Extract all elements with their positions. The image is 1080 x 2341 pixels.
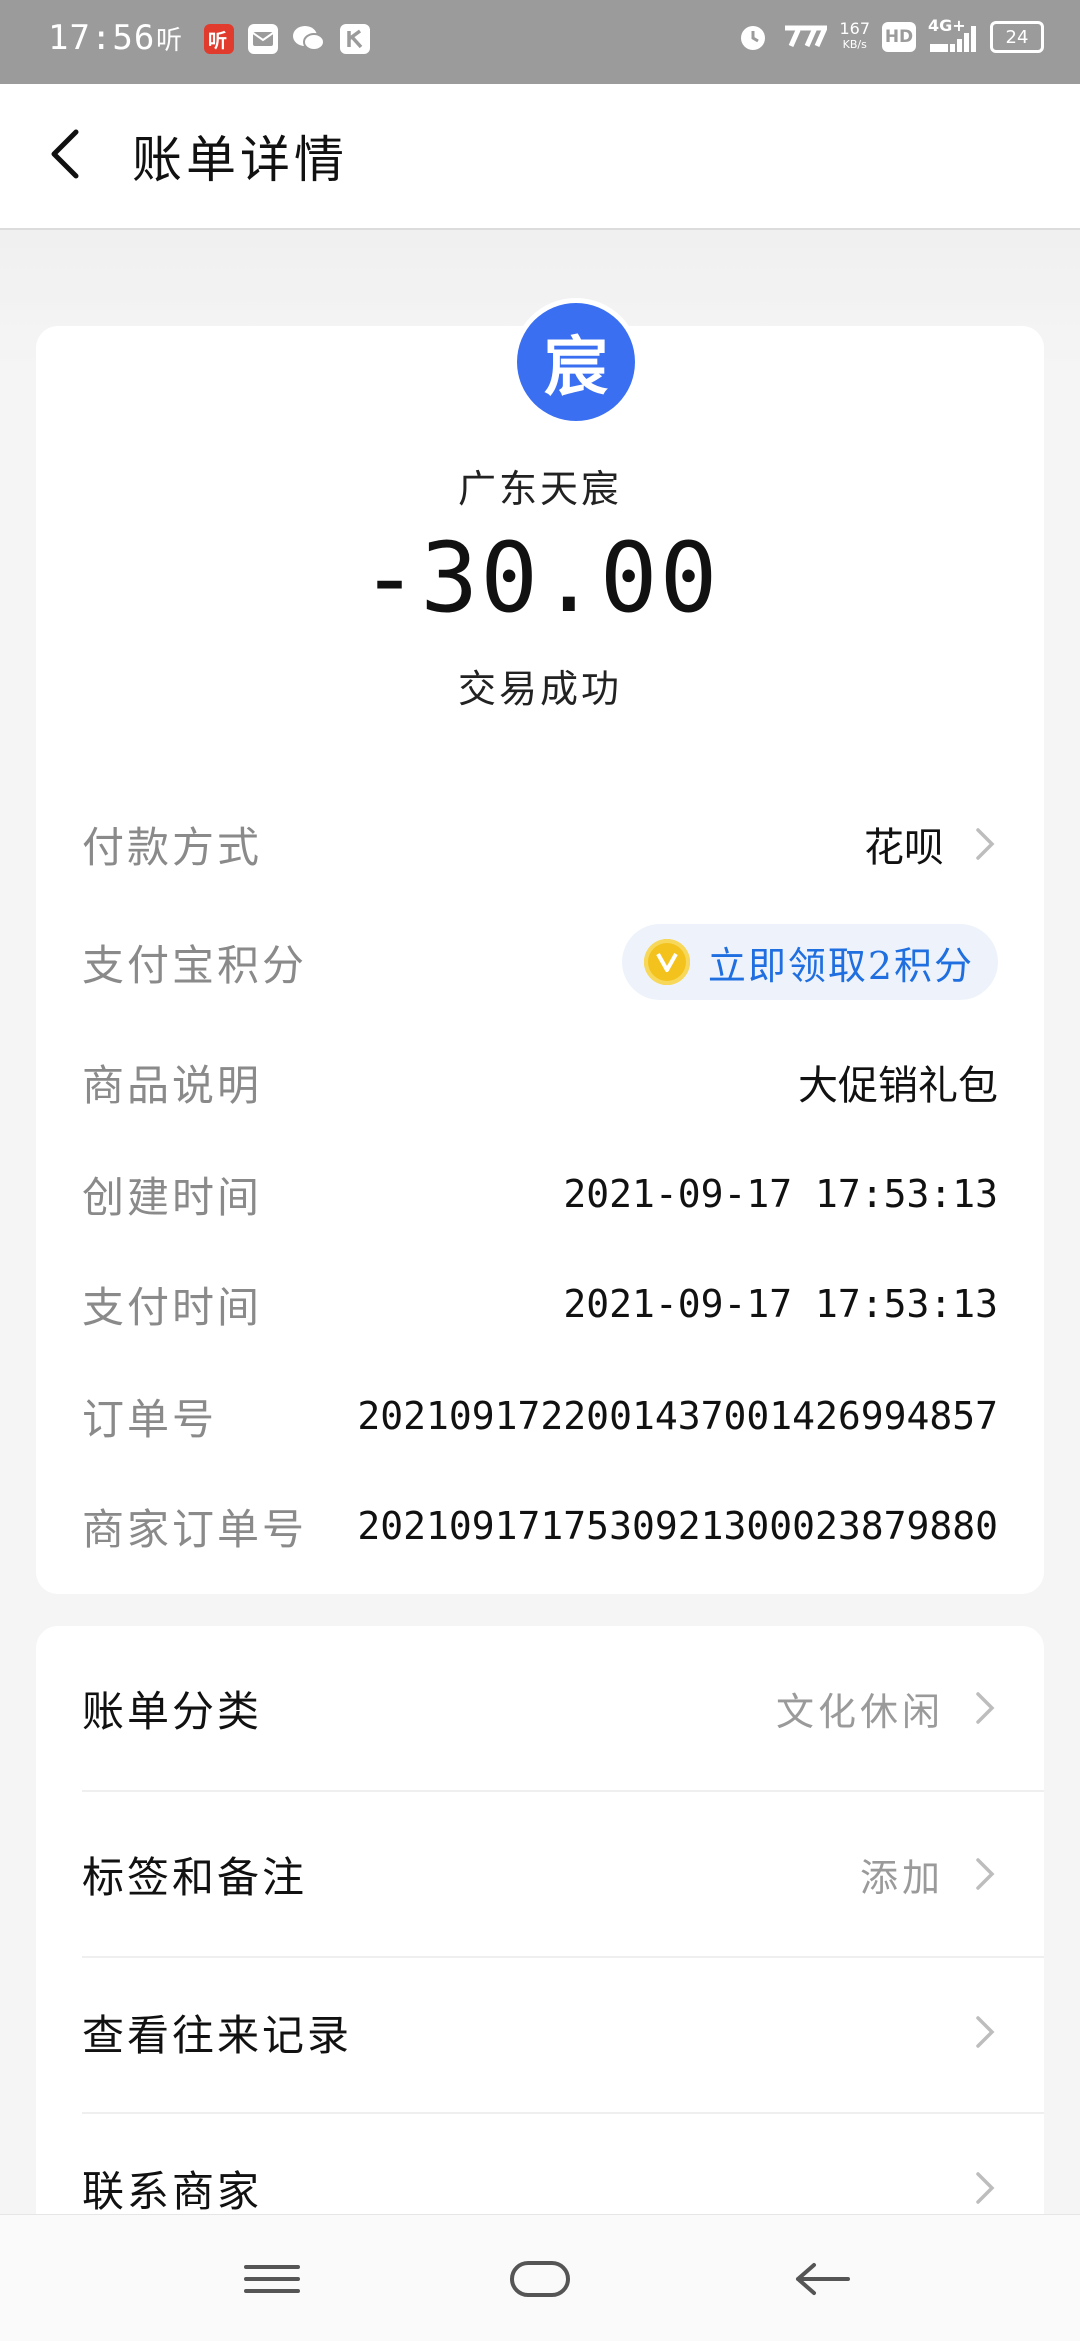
transaction-amount: -30.00 [360, 522, 720, 634]
hd-icon: HD [882, 22, 916, 52]
action-label: 联系商家 [82, 2166, 263, 2216]
action-right: 文化休闲 [776, 1681, 998, 1736]
ting-icon: 听 [156, 22, 190, 56]
detail-label: 支付宝积分 [82, 940, 308, 990]
arrow-left-icon [796, 2263, 850, 2295]
net-speed: 167 KB/s [839, 20, 870, 54]
svg-text:听: 听 [156, 26, 182, 55]
detail-value[interactable]: 2021091717530921300023879880 [357, 1504, 998, 1548]
payment-method-value: 花呗 [864, 825, 944, 871]
detail-row-created-time: 创建时间 2021-09-17 17:53:13 [82, 1154, 998, 1234]
k-icon [340, 24, 370, 54]
merchant-avatar: 宸 [512, 298, 640, 426]
detail-value: 大促销礼包 [798, 1063, 998, 1109]
hd-label: HD [884, 27, 914, 47]
chevron-right-icon [976, 2016, 995, 2048]
action-label: 查看往来记录 [82, 2010, 353, 2060]
net-speed-unit: KB/s [842, 38, 867, 51]
detail-row-merchant-order-no: 商家订单号 2021091717530921300023879880 [82, 1486, 998, 1566]
home-icon [510, 2261, 570, 2297]
nav-home-button[interactable] [500, 2249, 580, 2309]
action-right: 添加 [860, 1847, 998, 1902]
detail-value: 花呗 [864, 815, 998, 873]
detail-label: 支付时间 [82, 1282, 263, 1332]
nav-menu-button[interactable] [232, 2249, 312, 2309]
action-label: 账单分类 [82, 1686, 263, 1736]
claim-points-button[interactable]: 立即领取2积分 [621, 924, 998, 1000]
back-button[interactable] [40, 122, 104, 186]
chevron-right-icon [976, 1858, 995, 1890]
status-time: 17:56 [48, 18, 156, 58]
chevron-right-icon [976, 828, 995, 860]
chevron-right-icon [976, 1692, 995, 1724]
alarm-icon [737, 20, 769, 54]
detail-value: 2021-09-17 17:53:13 [563, 1282, 998, 1326]
action-label: 标签和备注 [82, 1852, 308, 1902]
action-right [944, 2012, 998, 2052]
action-tags-notes[interactable]: 标签和备注 添加 [82, 1792, 998, 1956]
menu-icon [244, 2265, 300, 2293]
chevron-left-icon [51, 129, 79, 179]
add-label: 添加 [859, 1855, 944, 1900]
claim-points-label: 立即领取2积分 [707, 943, 974, 988]
page-title: 账单详情 [132, 131, 348, 189]
network-label: 4G+ [928, 16, 966, 35]
battery-level: 24 [1005, 26, 1029, 48]
svg-text:听: 听 [208, 29, 227, 51]
carrier-icon [781, 20, 828, 54]
detail-row-points: 支付宝积分 立即领取2积分 [82, 922, 998, 1002]
merchant-avatar-char: 宸 [517, 303, 635, 421]
app-header: 账单详情 [0, 84, 1080, 230]
merchant-name: 广东天宸 [457, 467, 622, 511]
status-bar: 17:56 听 听 167 KB/s HD 4G+ 24 [0, 0, 1080, 84]
category-value: 文化休闲 [775, 1689, 944, 1734]
detail-label: 商品说明 [82, 1060, 263, 1110]
net-speed-value: 167 [839, 19, 870, 38]
detail-value[interactable]: 2021091722001437001426994857 [357, 1394, 998, 1438]
detail-label: 付款方式 [82, 822, 263, 872]
detail-value: 2021-09-17 17:53:13 [563, 1172, 998, 1216]
detail-label: 订单号 [82, 1394, 218, 1444]
detail-row-order-no: 订单号 2021091722001437001426994857 [82, 1376, 998, 1456]
detail-row-product: 商品说明 大促销礼包 [82, 1042, 998, 1122]
wechat-icon [292, 22, 326, 56]
battery-icon: 24 [990, 21, 1044, 53]
transaction-status: 交易成功 [457, 667, 622, 711]
detail-label: 创建时间 [82, 1172, 263, 1222]
mail-icon [248, 24, 278, 54]
status-left-icons: 听 听 [156, 22, 370, 56]
signal-icon: 4G+ [928, 16, 978, 54]
ting-red-icon: 听 [204, 24, 234, 54]
points-coin-icon [643, 939, 690, 985]
action-bill-category[interactable]: 账单分类 文化休闲 [82, 1626, 998, 1790]
detail-row-paid-time: 支付时间 2021-09-17 17:53:13 [82, 1264, 998, 1344]
status-right-icons: 167 KB/s HD 4G+ 24 [737, 16, 1044, 54]
detail-label: 商家订单号 [82, 1504, 308, 1554]
nav-back-button[interactable] [784, 2249, 864, 2309]
bill-summary-card: 宸 广东天宸 -30.00 交易成功 付款方式 花呗 支付宝积分 立即领取2积分… [36, 298, 1044, 1594]
detail-row-payment-method[interactable]: 付款方式 花呗 [82, 804, 998, 884]
action-view-history[interactable]: 查看往来记录 [82, 1950, 998, 2114]
action-right [944, 2168, 998, 2208]
chevron-right-icon [976, 2172, 995, 2204]
system-nav-bar [0, 2214, 1080, 2341]
